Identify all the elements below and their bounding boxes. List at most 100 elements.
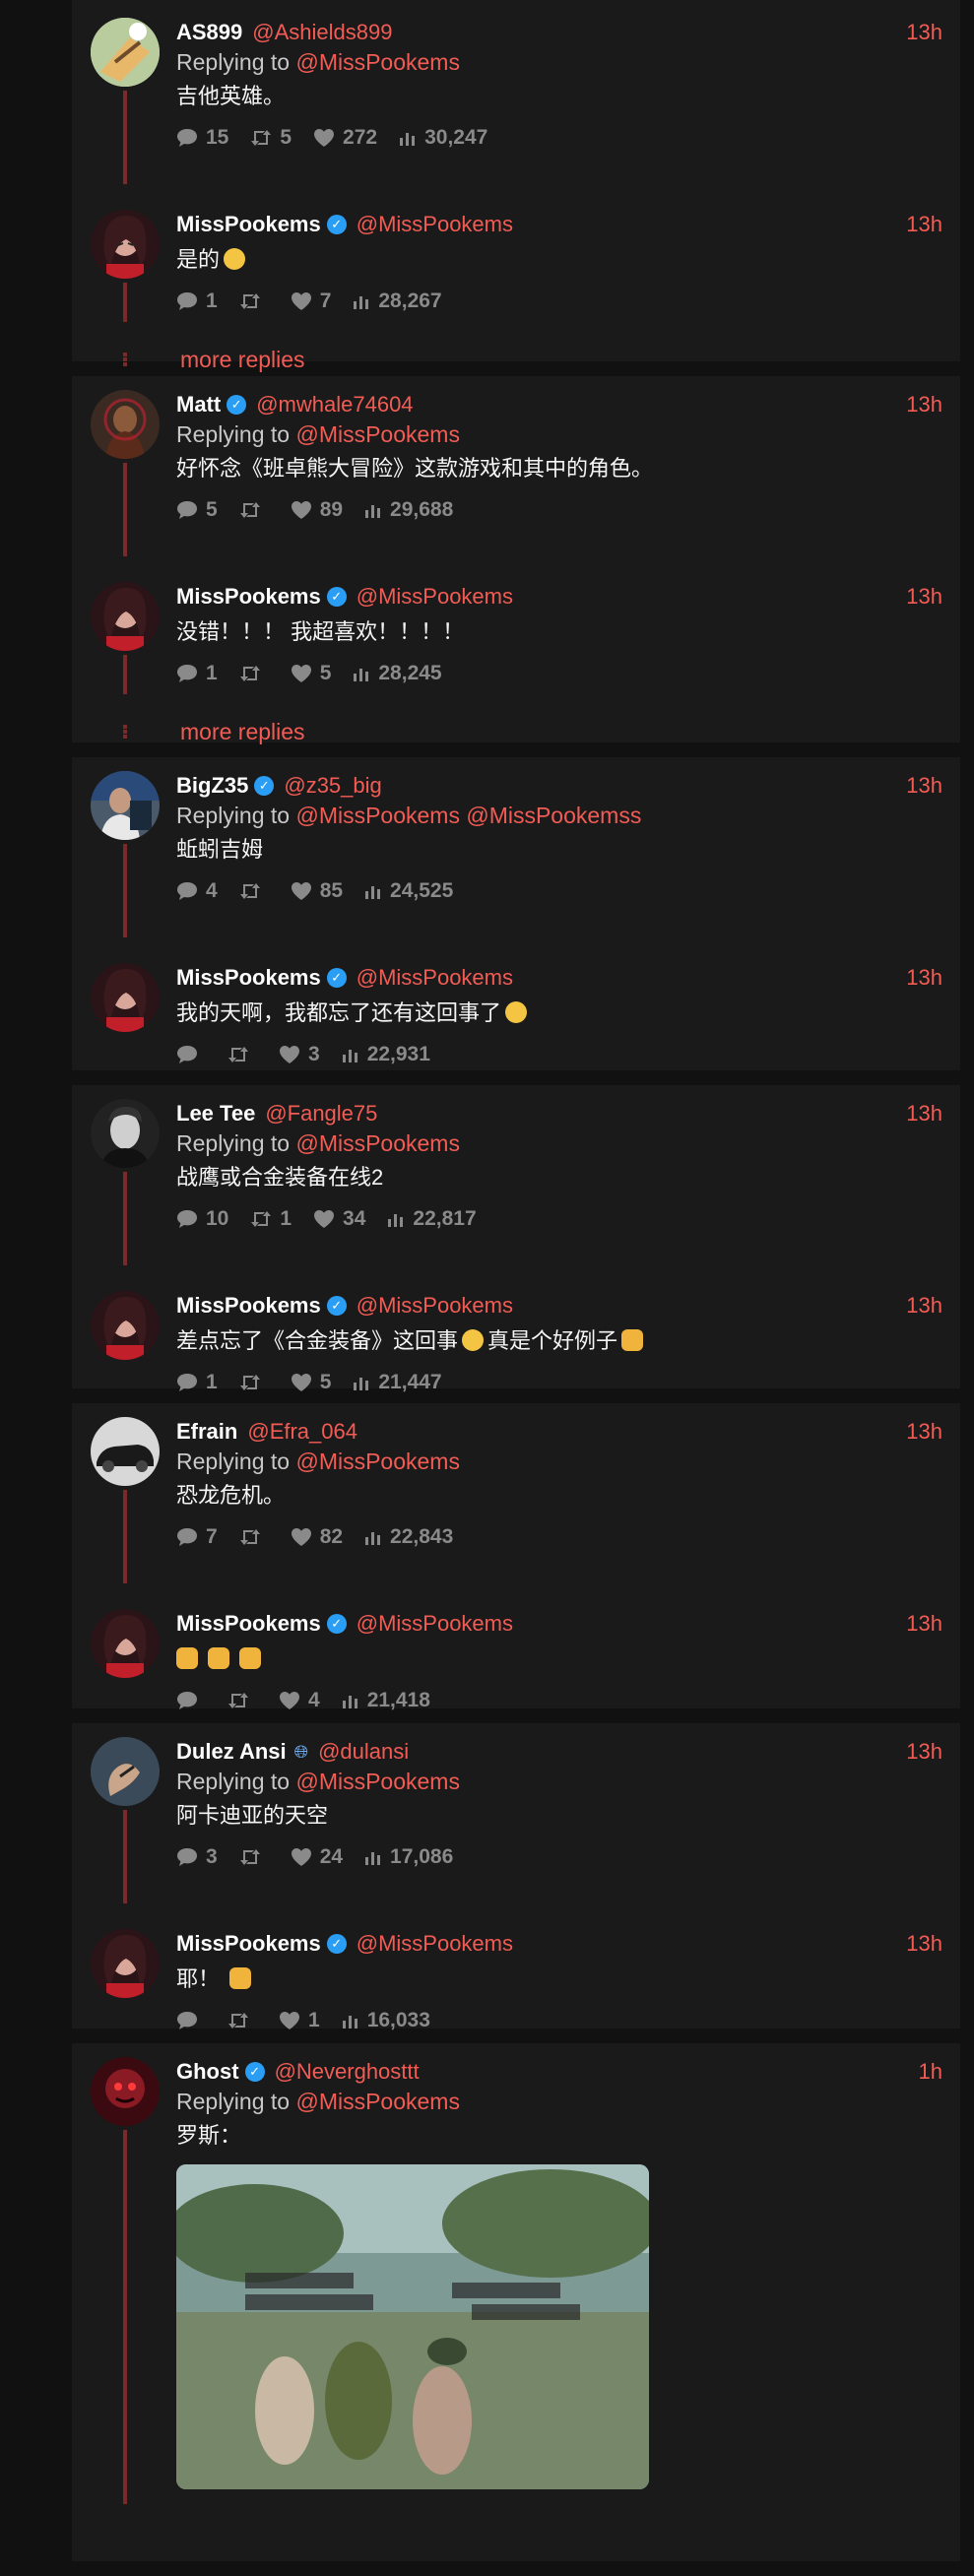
author-handle[interactable]: @Efra_064 xyxy=(247,1419,357,1445)
avatar[interactable] xyxy=(91,2057,160,2126)
reply-stat[interactable]: 15 xyxy=(176,126,228,150)
views-stat[interactable]: 29,688 xyxy=(364,498,453,522)
reply-tweet[interactable]: Lee Tee @Fangle75 13h Replying to @MissP… xyxy=(72,1099,960,1265)
reply-stat[interactable]: 7 xyxy=(176,1525,218,1549)
timestamp[interactable]: 13h xyxy=(906,1293,942,1319)
reply-stat[interactable]: 1 xyxy=(176,1371,218,1394)
more-replies[interactable]: more replies xyxy=(72,712,960,751)
avatar[interactable] xyxy=(91,1099,160,1168)
reply-stat[interactable]: 5 xyxy=(176,498,218,522)
retweet-stat[interactable]: 1 xyxy=(250,1207,292,1231)
author-handle[interactable]: @Ashields899 xyxy=(252,20,392,45)
author-name[interactable]: MissPookems xyxy=(176,1293,321,1319)
more-replies[interactable]: more replies xyxy=(72,340,960,379)
retweet-stat[interactable] xyxy=(239,292,269,310)
author-handle[interactable]: @Fangle75 xyxy=(265,1101,377,1127)
reply-stat[interactable]: 3 xyxy=(176,1845,218,1869)
retweet-stat[interactable] xyxy=(239,882,269,900)
author-name[interactable]: MissPookems xyxy=(176,1611,321,1637)
author-name[interactable]: Dulez Ansi xyxy=(176,1739,287,1765)
retweet-stat[interactable] xyxy=(239,665,269,682)
mention-link[interactable]: @MissPookems xyxy=(295,49,460,75)
views-stat[interactable]: 16,033 xyxy=(342,2009,430,2032)
avatar[interactable] xyxy=(91,210,160,279)
mention-link[interactable]: @MissPookems xyxy=(295,1130,460,1156)
author-handle[interactable]: @MissPookems xyxy=(357,1931,513,1957)
retweet-stat[interactable] xyxy=(239,1848,269,1866)
reply-tweet[interactable]: BigZ35 ✓ @z35_big 13h Replying to @MissP… xyxy=(72,771,960,937)
views-stat[interactable]: 28,245 xyxy=(353,662,442,685)
views-stat[interactable]: 28,267 xyxy=(353,290,442,313)
retweet-stat[interactable] xyxy=(227,1692,257,1709)
reply-stat[interactable]: 1 xyxy=(176,662,218,685)
views-stat[interactable]: 22,931 xyxy=(342,1043,430,1066)
author-handle[interactable]: @MissPookems xyxy=(357,1611,513,1637)
views-stat[interactable]: 17,086 xyxy=(364,1845,453,1869)
author-handle[interactable]: @z35_big xyxy=(284,773,381,799)
author-handle[interactable]: @mwhale74604 xyxy=(256,392,413,418)
like-stat[interactable]: 5 xyxy=(291,662,331,685)
timestamp[interactable]: 13h xyxy=(906,965,942,991)
avatar[interactable] xyxy=(91,1929,160,1998)
retweet-stat[interactable] xyxy=(239,1528,269,1546)
mention-link[interactable]: @MissPookems xyxy=(295,2089,460,2114)
retweet-stat[interactable] xyxy=(227,1046,257,1063)
author-name[interactable]: Ghost xyxy=(176,2059,239,2085)
views-stat[interactable]: 21,418 xyxy=(342,1689,430,1712)
author-name[interactable]: Matt xyxy=(176,392,221,418)
like-stat[interactable]: 85 xyxy=(291,879,343,903)
author-name[interactable]: MissPookems xyxy=(176,965,321,991)
views-stat[interactable]: 21,447 xyxy=(353,1371,442,1394)
timestamp[interactable]: 13h xyxy=(906,584,942,610)
more-replies-link[interactable]: more replies xyxy=(161,347,305,373)
timestamp[interactable]: 13h xyxy=(906,392,942,418)
author-name[interactable]: AS899 xyxy=(176,20,242,45)
avatar[interactable] xyxy=(91,771,160,840)
author-handle[interactable]: @dulansi xyxy=(318,1739,409,1765)
author-name[interactable]: Lee Tee xyxy=(176,1101,255,1127)
avatar[interactable] xyxy=(91,1609,160,1678)
like-stat[interactable]: 272 xyxy=(313,126,377,150)
reply-stat[interactable]: 1 xyxy=(176,290,218,313)
like-stat[interactable]: 3 xyxy=(279,1043,320,1066)
like-stat[interactable]: 5 xyxy=(291,1371,331,1394)
views-stat[interactable]: 24,525 xyxy=(364,879,453,903)
timestamp[interactable]: 1h xyxy=(919,2059,942,2085)
more-replies-link[interactable]: more replies xyxy=(161,719,305,745)
timestamp[interactable]: 13h xyxy=(906,1419,942,1445)
avatar[interactable] xyxy=(91,963,160,1032)
like-stat[interactable]: 89 xyxy=(291,498,343,522)
mention-link[interactable]: @MissPookems xyxy=(295,421,460,447)
reply-stat[interactable]: 10 xyxy=(176,1207,228,1231)
avatar[interactable] xyxy=(91,1737,160,1806)
like-stat[interactable]: 24 xyxy=(291,1845,343,1869)
reply-tweet[interactable]: MissPookems ✓ @MissPookems 13h 4 21,418 xyxy=(72,1609,960,1715)
timestamp[interactable]: 13h xyxy=(906,212,942,237)
avatar[interactable] xyxy=(91,390,160,459)
avatar[interactable] xyxy=(91,18,160,87)
reply-tweet[interactable]: AS899 @Ashields899 13h Replying to @Miss… xyxy=(72,18,960,184)
like-stat[interactable]: 4 xyxy=(279,1689,320,1712)
author-handle[interactable]: @MissPookems xyxy=(357,212,513,237)
reply-tweet[interactable]: MissPookems ✓ @MissPookems 13h 没错！！！ 我超喜… xyxy=(72,582,960,694)
timestamp[interactable]: 13h xyxy=(906,1931,942,1957)
author-handle[interactable]: @Neverghosttt xyxy=(275,2059,420,2085)
author-name[interactable]: Efrain xyxy=(176,1419,237,1445)
author-name[interactable]: MissPookems xyxy=(176,584,321,610)
retweet-stat[interactable] xyxy=(239,501,269,519)
reply-tweet[interactable]: MissPookems ✓ @MissPookems 13h 耶！ 1 16,0… xyxy=(72,1929,960,2035)
reply-tweet[interactable]: Efrain @Efra_064 13h Replying to @MissPo… xyxy=(72,1417,960,1583)
author-name[interactable]: BigZ35 xyxy=(176,773,248,799)
mention-link[interactable]: @MissPookems xyxy=(295,1769,460,1794)
reply-stat[interactable] xyxy=(176,1045,206,1064)
reply-tweet[interactable]: MissPookems ✓ @MissPookems 13h 是的 1 7 28… xyxy=(72,210,960,322)
like-stat[interactable]: 7 xyxy=(291,290,331,313)
timestamp[interactable]: 13h xyxy=(906,773,942,799)
video-thumbnail[interactable] xyxy=(176,2164,649,2489)
timestamp[interactable]: 13h xyxy=(906,1611,942,1637)
avatar[interactable] xyxy=(91,1417,160,1486)
author-handle[interactable]: @MissPookems xyxy=(357,584,513,610)
author-name[interactable]: MissPookems xyxy=(176,212,321,237)
author-handle[interactable]: @MissPookems xyxy=(357,965,513,991)
mention-link[interactable]: @MissPookems xyxy=(295,1449,460,1474)
